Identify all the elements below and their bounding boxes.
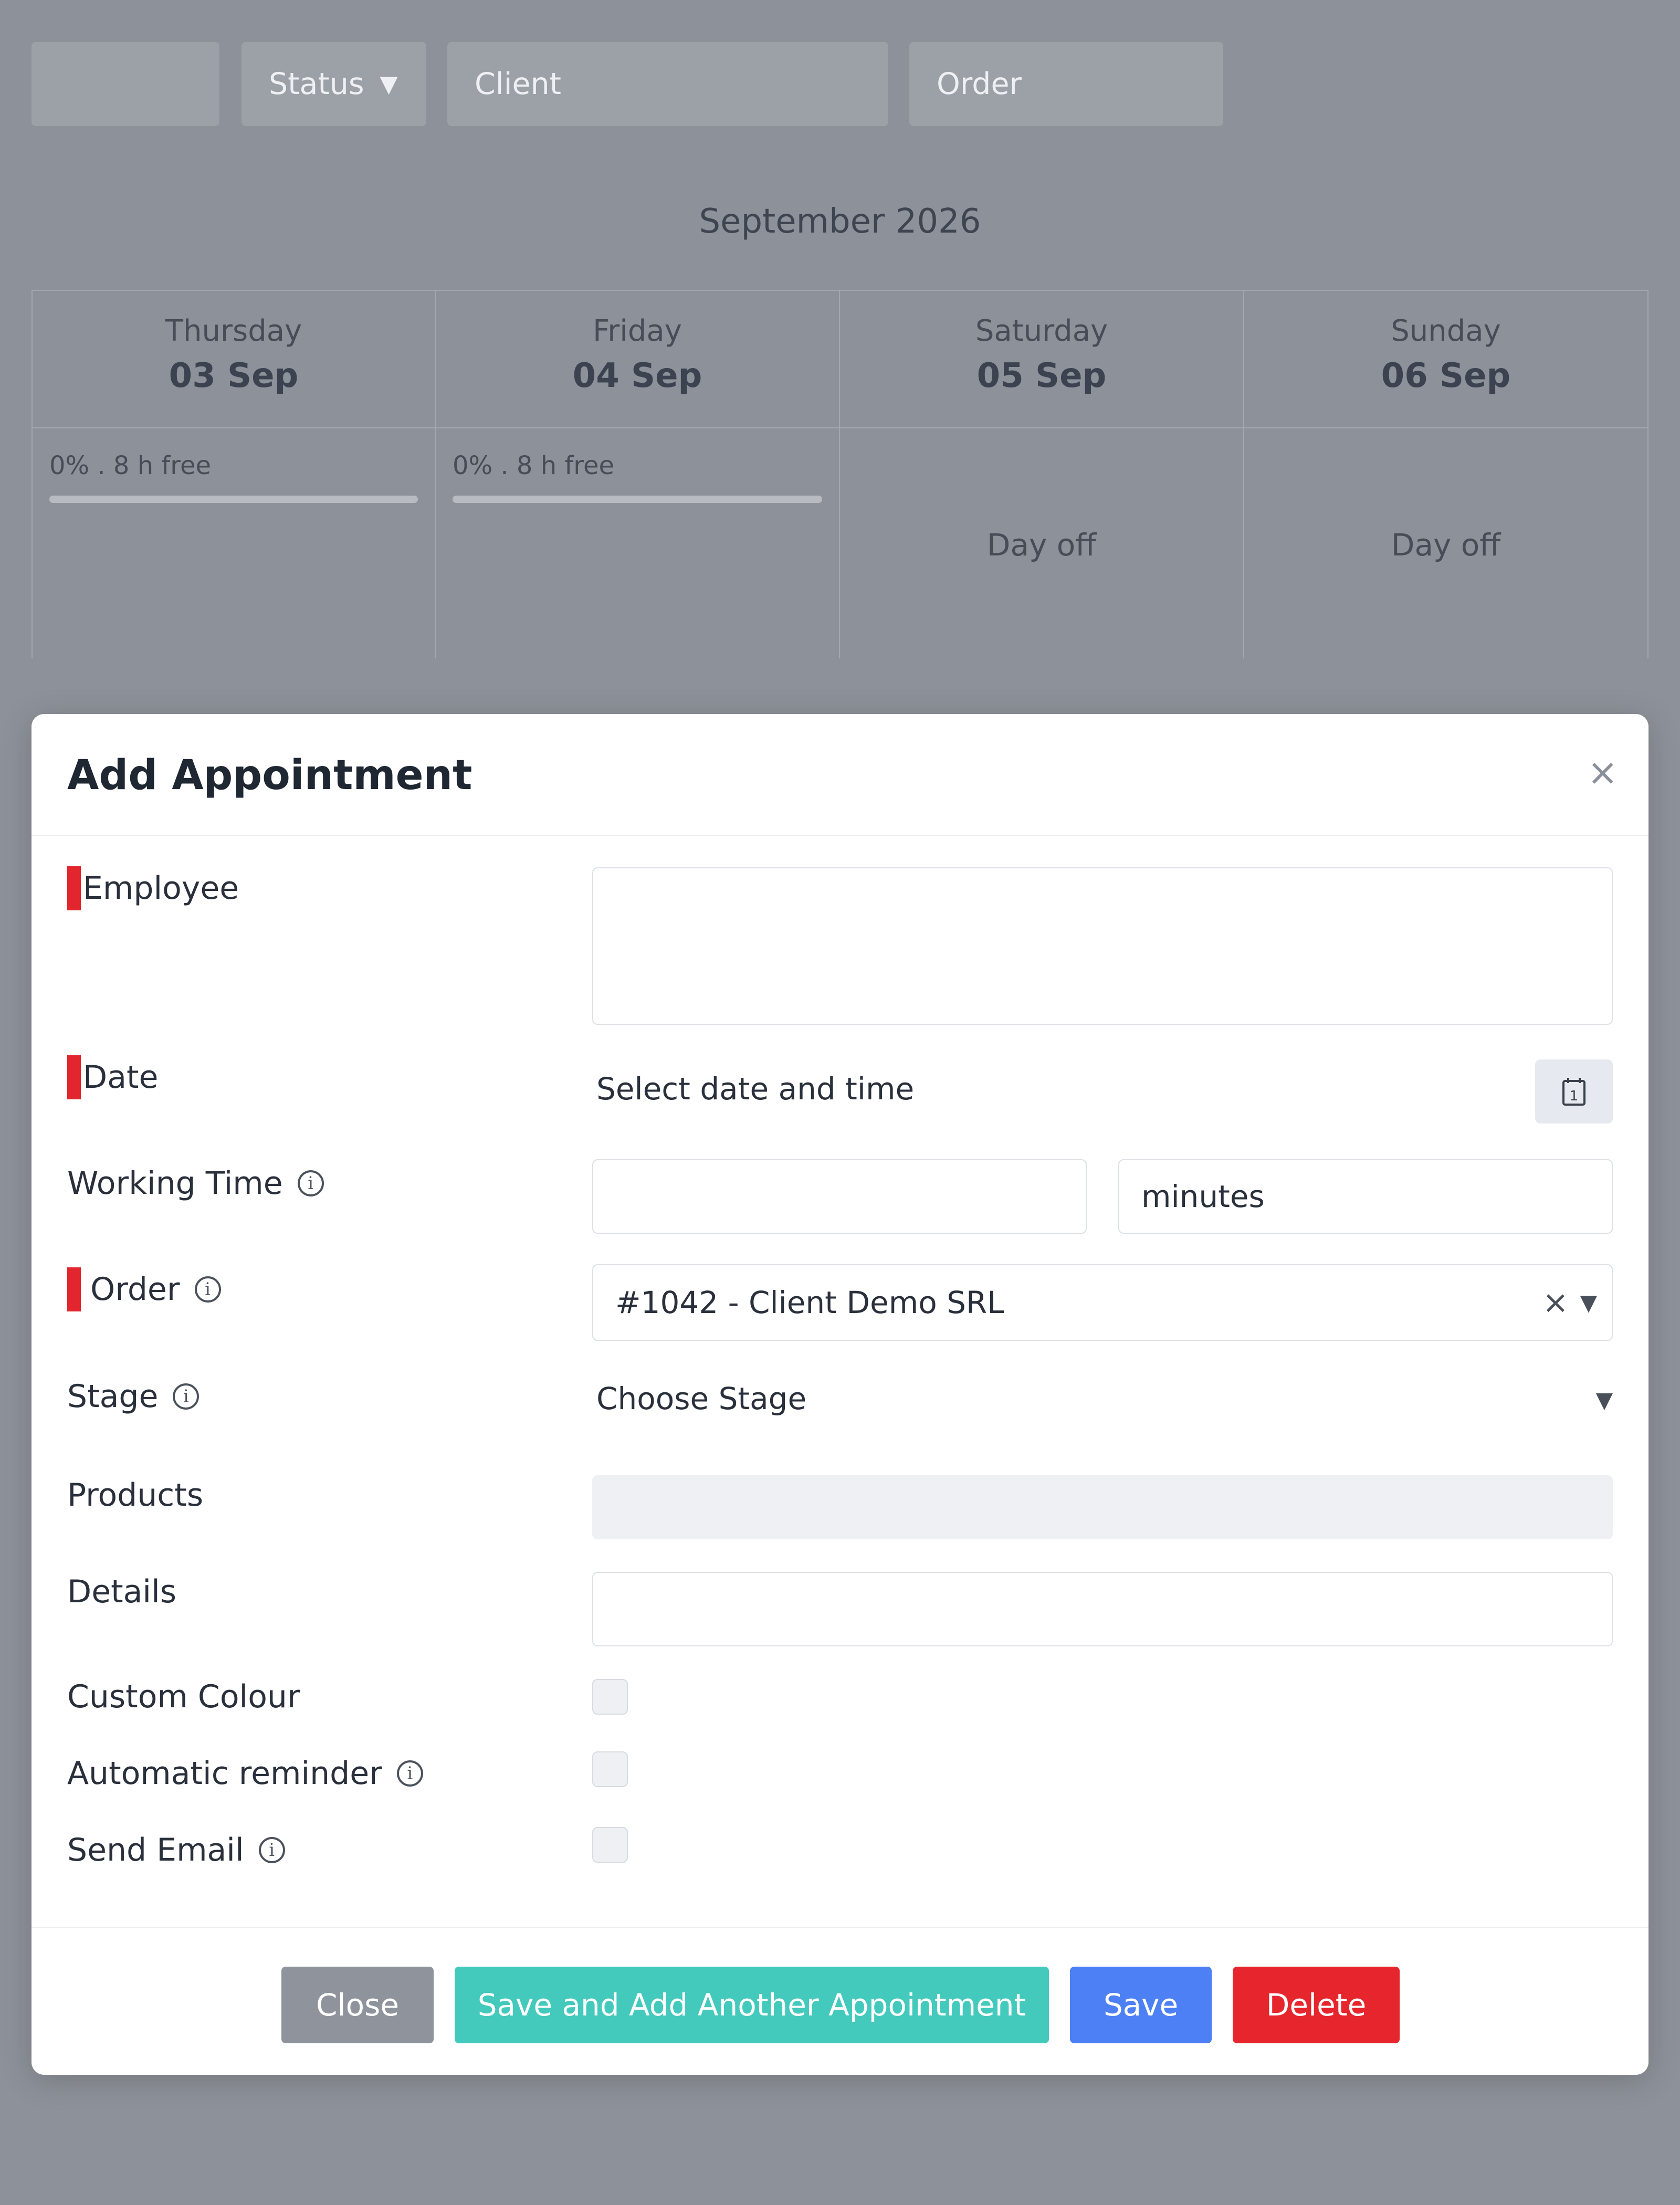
delete-button-label: Delete [1266,1987,1367,2023]
close-button[interactable]: Close [281,1967,434,2043]
day-date: 03 Sep [169,356,299,395]
products-field [592,1475,1613,1539]
save-and-add-another-button[interactable]: Save and Add Another Appointment [455,1967,1049,2043]
custom-colour-checkbox[interactable] [592,1679,628,1715]
required-marker [67,866,81,910]
chevron-down-icon: ▼ [380,70,398,98]
custom-colour-label-text: Custom Colour [67,1678,300,1715]
info-circle-icon[interactable]: i [297,1170,324,1196]
details-label-text: Details [67,1573,177,1610]
close-button-label: Close [316,1987,399,2023]
chevron-down-icon: ▼ [1595,1387,1613,1413]
day-name: Friday [593,314,682,348]
required-marker [67,1267,81,1311]
working-time-label-text: Working Time [67,1165,283,1202]
svg-text:1: 1 [1570,1088,1579,1104]
stage-label: Stage i [67,1374,200,1419]
order-select[interactable]: #1042 - Client Demo SRL × ▼ [592,1264,1613,1341]
stage-value: Choose Stage [596,1381,807,1416]
day-load-bar [453,496,822,503]
day-load-text: 0% . 8 h free [453,451,615,480]
day-name: Sunday [1391,314,1501,348]
day-off-label: Day off [986,527,1097,563]
client-filter-input[interactable]: Client [447,42,888,126]
delete-button[interactable]: Delete [1233,1967,1400,2043]
date-label: Date [67,1055,158,1099]
details-label: Details [67,1570,176,1614]
info-circle-icon[interactable]: i [194,1276,221,1303]
save-button-label: Save [1103,1987,1179,2023]
info-circle-icon[interactable]: i [258,1837,285,1863]
employee-label-text: Employee [83,870,239,907]
details-input[interactable] [592,1572,1613,1646]
info-circle-icon[interactable]: i [396,1760,423,1787]
working-time-input[interactable] [592,1159,1087,1234]
day-off-label: Day off [1391,527,1501,563]
date-label-text: Date [83,1059,159,1096]
modal-title: Add Appointment [67,752,472,799]
send-email-label: Send Email i [67,1828,285,1872]
info-circle-icon[interactable]: i [173,1383,200,1410]
order-label: Order i [67,1267,221,1311]
day-header: Saturday 05 Sep [840,291,1243,428]
day-column[interactable]: Saturday 05 Sep Day off [840,291,1244,658]
save-and-add-another-label: Save and Add Another Appointment [477,1987,1026,2023]
day-date: 05 Sep [976,356,1107,395]
automatic-reminder-label: Automatic reminder i [67,1751,423,1796]
month-title: September 2026 [699,202,981,241]
order-value: #1042 - Client Demo SRL [615,1285,1004,1320]
stage-select[interactable]: Choose Stage ▼ [592,1368,1613,1426]
calendar-button[interactable]: 1 [1535,1059,1613,1124]
day-load-text: 0% . 8 h free [49,451,212,480]
send-email-checkbox[interactable] [592,1827,628,1863]
stage-label-text: Stage [67,1378,159,1415]
day-column[interactable]: Sunday 06 Sep Day off [1244,291,1648,658]
day-header: Sunday 06 Sep [1244,291,1647,428]
automatic-reminder-checkbox[interactable] [592,1751,628,1787]
client-filter-placeholder: Client [475,67,562,101]
day-header: Thursday 03 Sep [33,291,435,428]
save-button[interactable]: Save [1070,1967,1212,2043]
working-time-unit-value: minutes [1141,1179,1265,1214]
employee-select[interactable] [592,867,1613,1025]
products-label-text: Products [67,1477,204,1514]
automatic-reminder-label-text: Automatic reminder [67,1755,382,1792]
status-filter-label: Status [269,67,364,101]
status-filter-select[interactable]: Status ▼ [242,42,426,126]
order-label-text: Order [90,1271,180,1308]
working-time-label: Working Time i [67,1161,324,1205]
day-header: Friday 04 Sep [436,291,839,428]
day-name: Saturday [975,314,1108,348]
add-appointment-modal: Add Appointment × Employee Date Select d… [32,714,1648,2075]
close-icon[interactable]: × [1587,751,1618,794]
calendar-icon: 1 [1562,1078,1586,1106]
clear-icon[interactable]: × [1542,1284,1569,1321]
modal-header: Add Appointment × [32,714,1648,836]
employee-label: Employee [67,866,239,910]
required-marker [67,1055,81,1099]
day-name: Thursday [165,314,302,348]
modal-footer-divider [32,1927,1648,1928]
order-filter-placeholder: Order [937,67,1022,101]
day-date: 06 Sep [1381,356,1511,395]
chevron-down-icon[interactable]: ▼ [1580,1290,1597,1316]
day-column[interactable]: Friday 04 Sep 0% . 8 h free [436,291,840,658]
custom-colour-label: Custom Colour [67,1675,300,1719]
working-time-unit[interactable]: minutes [1118,1159,1613,1234]
day-load-bar [49,496,418,503]
day-date: 04 Sep [572,356,702,395]
order-filter-input[interactable]: Order [909,42,1223,126]
date-time-picker[interactable]: Select date and time [596,1071,914,1107]
day-column[interactable]: Thursday 03 Sep 0% . 8 h free [32,291,436,658]
filter-input[interactable] [32,42,219,126]
products-label: Products [67,1473,203,1517]
calendar-grid: Thursday 03 Sep 0% . 8 h free Friday 04 … [32,290,1648,658]
send-email-label-text: Send Email [67,1832,244,1868]
calendar-month-header: September 2026 [32,202,1648,249]
